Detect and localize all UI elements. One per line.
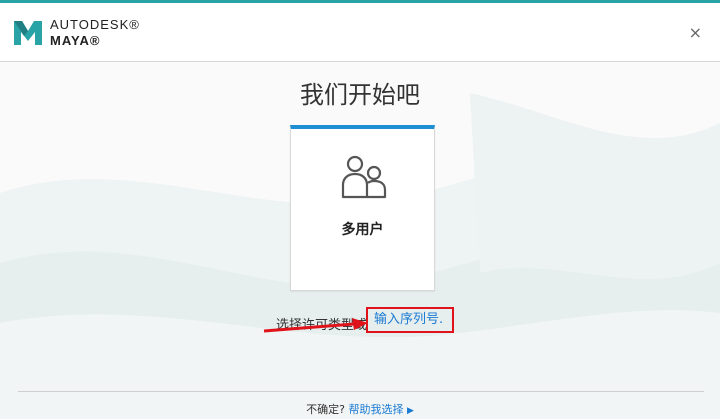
play-arrow-icon[interactable]: ▶	[407, 406, 414, 416]
page-title: 我们开始吧	[300, 81, 420, 109]
multi-user-card[interactable]: 多用户	[290, 125, 435, 291]
unsure-text: 不确定?	[306, 403, 345, 416]
annotation-arrow	[263, 318, 368, 333]
users-icon	[341, 155, 387, 199]
header-bar: AUTODESK® MAYA® ×	[0, 3, 720, 62]
brand-autodesk: AUTODESK®	[50, 17, 140, 32]
card-label: 多用户	[341, 222, 384, 238]
footer: 不确定? 帮助我选择 ▶	[0, 401, 720, 417]
maya-logo-icon	[14, 21, 42, 45]
footer-divider	[18, 391, 704, 392]
enter-serial-link[interactable]: 输入序列号.	[366, 307, 454, 333]
help-me-choose-link[interactable]: 帮助我选择	[348, 403, 403, 416]
close-icon[interactable]: ×	[689, 25, 702, 41]
brand-maya: MAYA®	[50, 33, 101, 48]
installer-window: AUTODESK® MAYA® × 我们开始吧 多用户 选择许可类型或 输入序列…	[0, 0, 720, 419]
